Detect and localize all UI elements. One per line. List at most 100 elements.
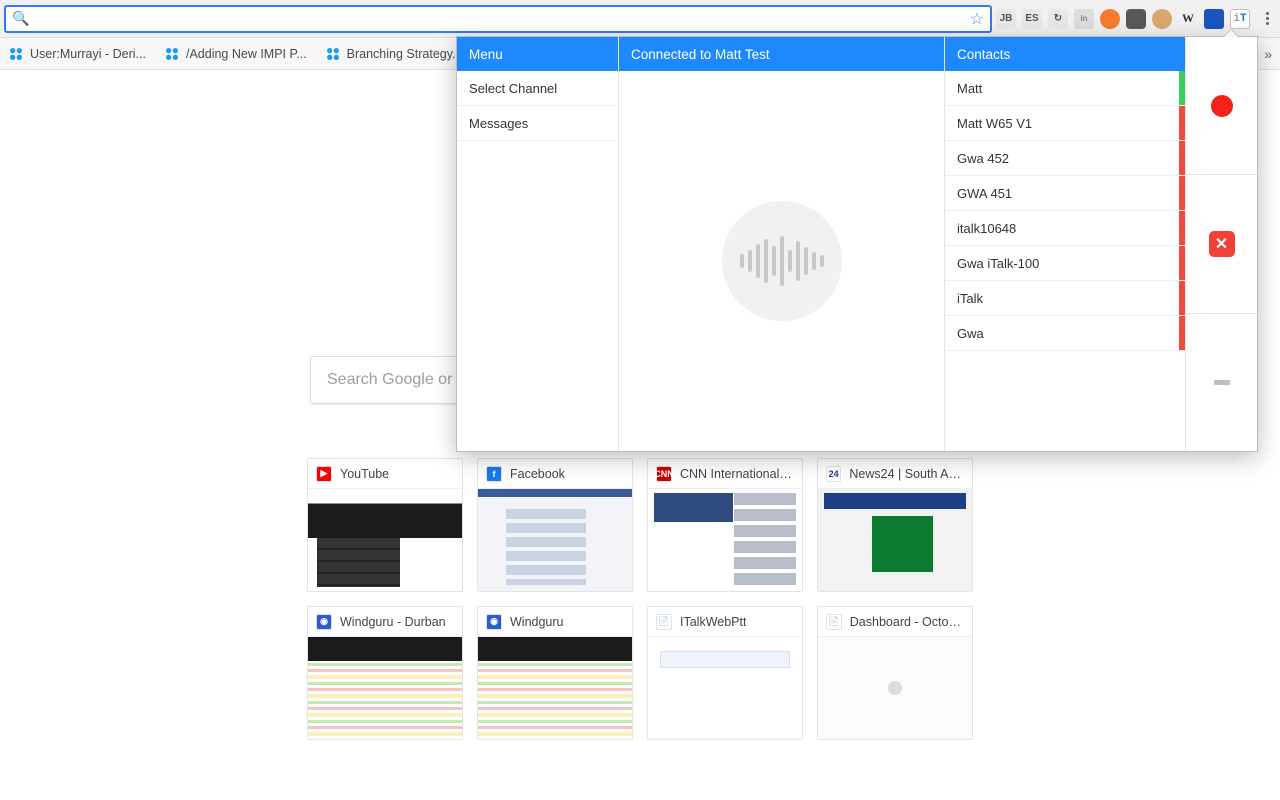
tile-header: ▶ YouTube bbox=[308, 459, 462, 489]
record-button[interactable] bbox=[1186, 37, 1257, 175]
most-visited-tile[interactable]: ◉Windguru bbox=[477, 606, 633, 740]
wave-bar bbox=[780, 236, 784, 286]
wave-bar bbox=[788, 250, 792, 272]
contact-label: GWA 451 bbox=[957, 186, 1012, 201]
contact-status-indicator bbox=[1179, 71, 1185, 105]
refresh-icon[interactable]: ↻ bbox=[1048, 9, 1068, 29]
record-icon bbox=[1211, 95, 1233, 117]
popup-menu-item[interactable]: Messages bbox=[457, 106, 618, 141]
popup-center-column: Connected to Matt Test bbox=[619, 37, 945, 451]
tile-header: 24News24 | South Afri... bbox=[818, 459, 972, 489]
contact-item[interactable]: iTalk bbox=[945, 281, 1185, 316]
bookmark-favicon bbox=[164, 46, 180, 62]
wave-bar bbox=[772, 246, 776, 276]
browser-toolbar: 🔍 ☆ JB ES ↻ In WiT bbox=[0, 0, 1280, 38]
in-icon[interactable]: In bbox=[1074, 9, 1094, 29]
wave-bar bbox=[740, 254, 744, 268]
tile-favicon: 📄 bbox=[656, 614, 672, 630]
popup-contacts-column: Contacts Matt Matt W65 V1 Gwa 452 GWA 451 it… bbox=[945, 37, 1185, 451]
bookmark-star-icon[interactable]: ☆ bbox=[970, 9, 984, 29]
tile-label: Facebook bbox=[510, 467, 565, 481]
bookmark-item[interactable]: User:Murrayi - Deri... bbox=[8, 46, 146, 62]
tile-thumbnail bbox=[648, 489, 802, 591]
contact-status-indicator bbox=[1179, 246, 1185, 280]
contact-label: Matt bbox=[957, 81, 982, 96]
wave-bar bbox=[796, 241, 800, 281]
contact-item[interactable]: Matt bbox=[945, 71, 1185, 106]
contact-item[interactable]: Gwa bbox=[945, 316, 1185, 351]
tile-favicon: ◉ bbox=[316, 614, 332, 630]
contact-item[interactable]: italk10648 bbox=[945, 211, 1185, 246]
minimize-icon bbox=[1214, 380, 1230, 385]
tile-favicon: 📄 bbox=[826, 614, 842, 630]
contact-item[interactable]: GWA 451 bbox=[945, 176, 1185, 211]
tile-favicon: 24 bbox=[826, 466, 841, 482]
contact-status-indicator bbox=[1179, 176, 1185, 210]
tile-header: ◉Windguru bbox=[478, 607, 632, 637]
extension-icons: JB ES ↻ In WiT bbox=[996, 9, 1254, 29]
jb-icon[interactable]: JB bbox=[996, 9, 1016, 29]
bookmark-item[interactable]: Branching Strategy... bbox=[325, 46, 463, 62]
it-icon[interactable]: iT bbox=[1230, 9, 1250, 29]
most-visited-tile[interactable]: 24News24 | South Afri... bbox=[817, 458, 973, 592]
wave-bar bbox=[820, 255, 824, 267]
bookmark-label: /Adding New IMPI P... bbox=[186, 47, 307, 61]
contact-item[interactable]: Gwa 452 bbox=[945, 141, 1185, 176]
es-icon[interactable]: ES bbox=[1022, 9, 1042, 29]
contacts-list: Matt Matt W65 V1 Gwa 452 GWA 451 italk10648 G… bbox=[945, 71, 1185, 451]
tile-label: ITalkWebPtt bbox=[680, 615, 746, 629]
tile-favicon: f bbox=[486, 466, 502, 482]
audio-wave-icon bbox=[722, 201, 842, 321]
bookmarks-overflow-icon[interactable]: » bbox=[1264, 46, 1272, 62]
w-icon[interactable]: W bbox=[1178, 9, 1198, 29]
popup-contacts-header: Contacts bbox=[945, 37, 1185, 71]
most-visited-tile[interactable]: 📄 ITalkWebPtt bbox=[647, 606, 803, 740]
darkgray-icon[interactable] bbox=[1126, 9, 1146, 29]
tile-thumbnail bbox=[818, 489, 972, 591]
tile-label: YouTube bbox=[340, 467, 389, 481]
most-visited-tile[interactable]: ▶ YouTube bbox=[307, 458, 463, 592]
popup-menu-item[interactable]: Select Channel bbox=[457, 71, 618, 106]
most-visited-tile[interactable]: CNNCNN International - ... bbox=[647, 458, 803, 592]
blue-icon[interactable] bbox=[1204, 9, 1224, 29]
contact-status-indicator bbox=[1179, 316, 1185, 350]
tile-thumbnail bbox=[478, 637, 632, 739]
contact-label: iTalk bbox=[957, 291, 983, 306]
contact-label: italk10648 bbox=[957, 221, 1016, 236]
most-visited-tile[interactable]: ◉ Windguru - Durban bbox=[307, 606, 463, 740]
orange-icon[interactable] bbox=[1100, 9, 1120, 29]
contact-status-indicator bbox=[1179, 281, 1185, 315]
tile-thumbnail bbox=[648, 637, 802, 739]
tile-favicon: ▶ bbox=[316, 466, 332, 482]
bookmark-item[interactable]: /Adding New IMPI P... bbox=[164, 46, 307, 62]
tile-label: Windguru - Durban bbox=[340, 615, 446, 629]
tile-thumbnail bbox=[818, 637, 972, 739]
popup-center-header: Connected to Matt Test bbox=[619, 37, 944, 71]
contact-item[interactable]: Matt W65 V1 bbox=[945, 106, 1185, 141]
popup-menu-column: Menu Select ChannelMessages bbox=[457, 37, 619, 451]
tile-label: Dashboard - Octop... bbox=[850, 615, 964, 629]
tile-favicon: CNN bbox=[656, 466, 672, 482]
contact-status-indicator bbox=[1179, 141, 1185, 175]
wave-bar bbox=[812, 252, 816, 270]
contact-label: Matt W65 V1 bbox=[957, 116, 1032, 131]
fox-icon[interactable] bbox=[1152, 9, 1172, 29]
tile-header: 📄 ITalkWebPtt bbox=[648, 607, 802, 637]
contact-label: Gwa iTalk-100 bbox=[957, 256, 1039, 271]
bookmark-label: User:Murrayi - Deri... bbox=[30, 47, 146, 61]
popup-actions-column: ✕ bbox=[1185, 37, 1257, 451]
most-visited-tile[interactable]: 📄 Dashboard - Octop... bbox=[817, 606, 973, 740]
tile-header: ◉ Windguru - Durban bbox=[308, 607, 462, 637]
wave-bar bbox=[756, 244, 760, 278]
omnibox-input[interactable] bbox=[35, 7, 963, 31]
minimize-button[interactable] bbox=[1186, 314, 1257, 451]
bookmark-favicon bbox=[325, 46, 341, 62]
most-visited-tile[interactable]: f Facebook bbox=[477, 458, 633, 592]
tile-header: CNNCNN International - ... bbox=[648, 459, 802, 489]
browser-menu-icon[interactable] bbox=[1258, 9, 1276, 29]
close-button[interactable]: ✕ bbox=[1186, 175, 1257, 313]
omnibox[interactable]: 🔍 ☆ bbox=[4, 5, 992, 33]
tile-thumbnail bbox=[308, 637, 462, 739]
wave-bar bbox=[804, 247, 808, 275]
contact-item[interactable]: Gwa iTalk-100 bbox=[945, 246, 1185, 281]
